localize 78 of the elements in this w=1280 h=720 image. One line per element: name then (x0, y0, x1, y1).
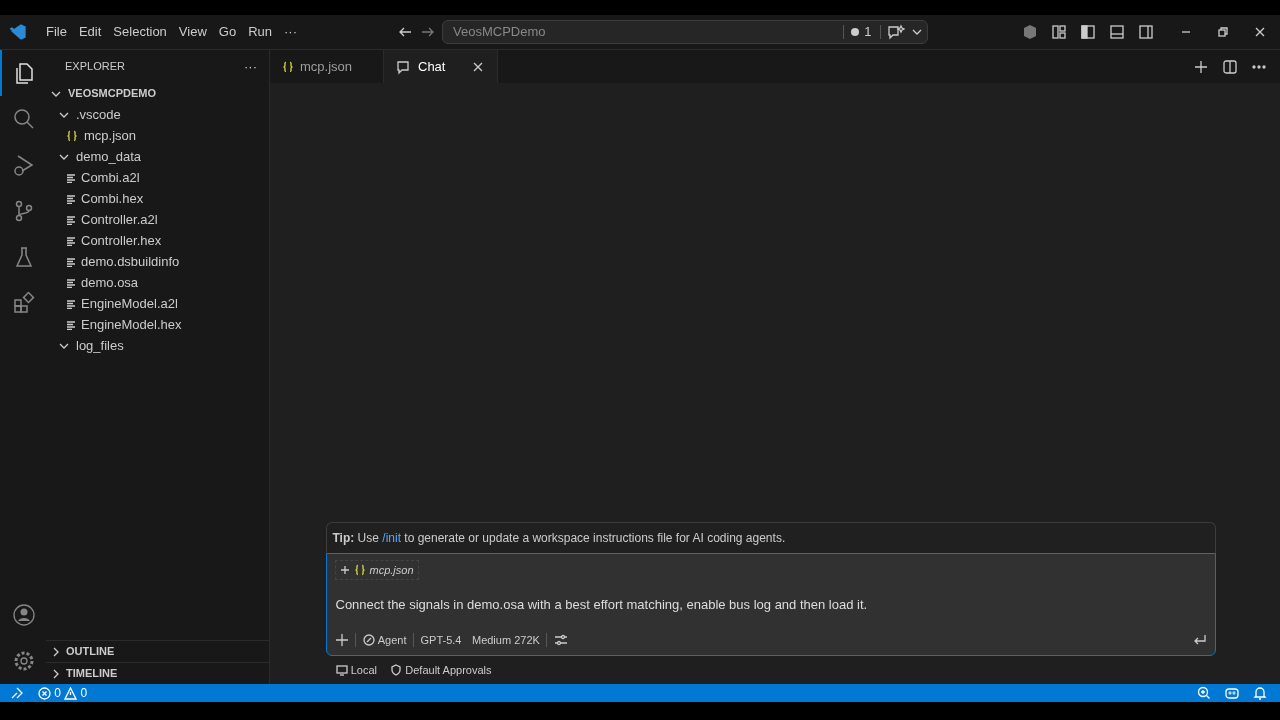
tip-text: Tip: Use /init to generate or update a workspace instructions file for AI coding agents. (332, 530, 786, 545)
monitor-icon (335, 663, 348, 676)
menu-item[interactable]: Go (212, 22, 243, 42)
location-picker[interactable]: Local (335, 661, 378, 678)
error-icon (38, 686, 51, 700)
app-logo-icon (8, 23, 26, 41)
mode-picker[interactable]: Agent (362, 632, 407, 649)
menu-item[interactable]: Run (242, 22, 278, 42)
explorer-entry[interactable]: Controller.a2l (46, 209, 269, 230)
lines-icon (66, 235, 76, 246)
menu-item[interactable]: Edit (72, 22, 108, 42)
workspace-name: VeosMCPDemo (453, 23, 546, 42)
explorer-entry[interactable]: Controller.hex (46, 230, 269, 251)
folder-row[interactable]: .vscode (46, 104, 269, 125)
panel-toggle-icon[interactable] (1109, 24, 1125, 40)
braces-icon (353, 564, 366, 576)
braces-icon (282, 60, 294, 73)
explorer-entry[interactable]: mcp.json (46, 125, 269, 146)
debug-icon (12, 153, 36, 177)
explorer-entry[interactable]: EngineModel.hex (46, 314, 269, 335)
chat-icon (396, 58, 412, 75)
panel-header[interactable]: OUTLINE (46, 640, 269, 662)
sidebar-toggle-icon[interactable] (1080, 24, 1096, 40)
blocks-icon (12, 291, 36, 315)
restore-icon[interactable] (1216, 25, 1230, 39)
plus-icon[interactable] (334, 633, 349, 648)
secondary-sidebar-icon[interactable] (1138, 24, 1154, 40)
lines-icon (66, 277, 76, 288)
lines-icon (66, 172, 76, 183)
plus-icon (339, 565, 350, 575)
lines-icon (66, 298, 76, 309)
agent-icon (362, 634, 375, 647)
menu-item[interactable]: File (40, 22, 73, 42)
split-editor-icon[interactable] (1222, 58, 1238, 75)
account-icon[interactable] (12, 603, 36, 627)
lines-icon (66, 193, 76, 204)
layout-icon[interactable] (1051, 24, 1067, 40)
init-link[interactable]: /init (382, 530, 401, 545)
lines-icon (66, 256, 76, 267)
folder-row[interactable]: VEOSMCPDEMO (46, 83, 269, 104)
cube-icon[interactable] (1022, 24, 1038, 40)
plus-icon[interactable] (1193, 58, 1209, 75)
lines-icon (66, 319, 76, 330)
problems-indicator[interactable]: 0 0 (38, 684, 88, 702)
dot-icon (850, 27, 861, 37)
folder-row[interactable]: demo_data (46, 146, 269, 167)
menu-item[interactable]: ··· (278, 22, 303, 42)
lines-icon (66, 214, 76, 225)
warning-icon (64, 686, 78, 700)
effort-picker[interactable]: Medium 272K (471, 632, 540, 649)
approvals-picker[interactable]: Default Approvals (390, 661, 492, 678)
explorer-entry[interactable]: demo.osa (46, 272, 269, 293)
remote-icon[interactable] (10, 686, 24, 700)
zoom-icon[interactable] (1197, 686, 1211, 700)
command-center[interactable]: VeosMCPDemo 1 (442, 20, 928, 44)
menu-item[interactable]: View (172, 22, 213, 42)
close-icon[interactable] (1253, 25, 1267, 39)
explorer-entry[interactable]: Combi.a2l (46, 167, 269, 188)
shield-icon (390, 663, 403, 676)
search-icon (12, 107, 36, 131)
prompt-text: Connect the signals in demo.osa with a best effort matching, enable bus log and then load it. (335, 595, 869, 614)
sidebar-title: EXPLORER (65, 59, 125, 75)
settings-icon[interactable] (12, 649, 36, 673)
badge-count: 1 (864, 23, 872, 42)
braces-icon (66, 129, 78, 142)
more-actions-button[interactable]: ··· (244, 56, 257, 77)
attachment-chip[interactable]: mcp.json (334, 559, 419, 581)
chat-input[interactable]: mcp.json Connect the signals in demo.osa with a best effort matching, enable bus log and then load it. Agent GPT-5.4 Medium 272K (325, 552, 1216, 656)
chat-sparkle-icon[interactable] (887, 24, 905, 40)
explorer-entry[interactable]: Combi.hex (46, 188, 269, 209)
sliders-icon[interactable] (553, 633, 568, 648)
explorer-entry[interactable]: EngineModel.a2l (46, 293, 269, 314)
menu-item[interactable]: Selection (107, 22, 173, 42)
bell-icon[interactable] (1253, 686, 1267, 700)
model-picker[interactable]: GPT-5.4 (420, 632, 462, 649)
folder-row[interactable]: log_files (46, 335, 269, 356)
editor-tab[interactable]: Chat (384, 50, 498, 83)
explorer-entry[interactable]: demo.dsbuildinfo (46, 251, 269, 272)
